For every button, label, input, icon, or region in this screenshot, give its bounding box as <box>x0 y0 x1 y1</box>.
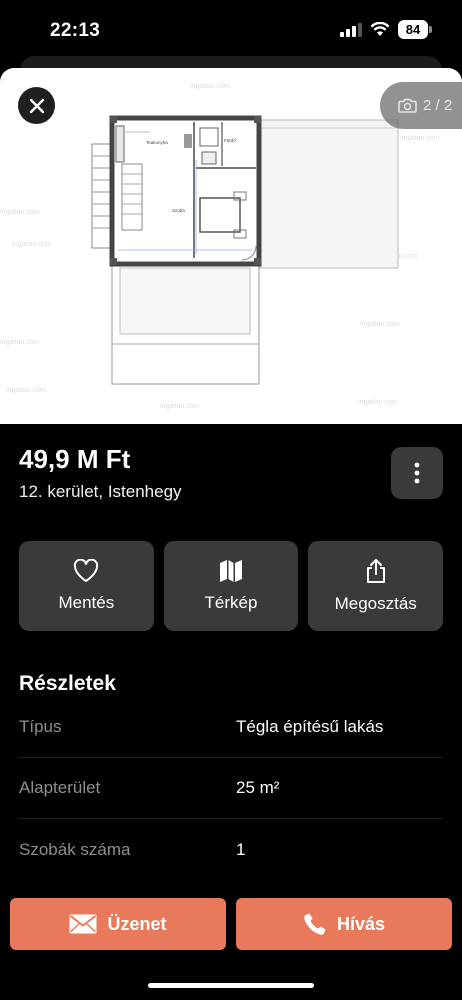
details-row: Típus Tégla építésű lakás <box>19 697 443 758</box>
wifi-icon <box>370 22 390 36</box>
watermark: ingatlan.com <box>190 83 230 90</box>
details-value: 25 m² <box>236 778 280 797</box>
status-time: 22:13 <box>50 20 101 41</box>
more-vertical-icon <box>414 462 420 484</box>
details-value: Tégla építésű lakás <box>236 717 384 736</box>
watermark: ingatlan.com <box>360 321 400 328</box>
battery-level: 84 <box>398 20 428 39</box>
watermark: ingatlan.com <box>0 339 40 346</box>
signal-icon <box>340 22 362 37</box>
details-key: Szobák száma <box>19 839 131 859</box>
close-button[interactable] <box>18 87 55 124</box>
map-icon <box>220 560 242 582</box>
plan-label: Szoba <box>172 208 185 213</box>
watermark: ingatlan.com <box>0 209 40 216</box>
close-icon <box>29 98 44 113</box>
share-label: Megosztás <box>334 594 417 613</box>
share-button[interactable]: Megosztás <box>308 541 444 631</box>
watermark: ingatlan.com <box>358 399 398 406</box>
status-bar: 22:13 84 <box>0 0 462 62</box>
call-button[interactable]: Hívás <box>236 898 452 950</box>
message-button[interactable]: Üzenet <box>10 898 226 950</box>
save-button[interactable]: Mentés <box>19 541 154 631</box>
listing-location: 12. kerület, Istenhegy <box>19 482 182 501</box>
message-label: Üzenet <box>107 913 167 934</box>
action-buttons: Mentés Térkép Megosztás <box>19 541 444 631</box>
map-label: Térkép <box>204 593 258 612</box>
status-icons: 84 <box>340 20 432 39</box>
home-indicator[interactable] <box>148 983 314 988</box>
envelope-icon <box>69 914 97 934</box>
watermark: ingatlan.com <box>6 387 46 394</box>
details-key: Alapterület <box>19 778 101 797</box>
battery-icon: 84 <box>398 20 432 39</box>
photo-counter-text: 2 / 2 <box>423 97 453 114</box>
details-value: 1 <box>236 839 246 859</box>
details-table: Típus Tégla építésű lakás Alapterület 25… <box>19 697 443 880</box>
details-key: Típus <box>19 717 62 736</box>
more-options-button[interactable] <box>391 447 443 499</box>
bottom-action-bar: Üzenet Hívás <box>0 880 462 1000</box>
heart-icon <box>74 559 99 582</box>
save-label: Mentés <box>58 593 115 612</box>
plan-label: Teakonyha <box>146 140 168 145</box>
watermark: ingatlan.com <box>400 135 440 142</box>
details-heading: Részletek <box>19 672 116 695</box>
photo-counter: 2 / 2 <box>380 82 462 129</box>
watermark: ingatlan.com <box>12 241 52 248</box>
details-row: Szobák száma 1 <box>19 819 443 880</box>
call-label: Hívás <box>336 913 386 934</box>
phone-icon <box>304 913 326 935</box>
listing-price: 49,9 M Ft <box>19 444 131 474</box>
share-icon <box>366 559 385 583</box>
camera-icon <box>398 98 417 113</box>
map-button[interactable]: Térkép <box>163 541 299 631</box>
plan-label: Fürdő <box>224 138 236 143</box>
details-row: Alapterület 25 m² <box>19 758 443 819</box>
watermark: ingatlan.com <box>160 403 200 410</box>
